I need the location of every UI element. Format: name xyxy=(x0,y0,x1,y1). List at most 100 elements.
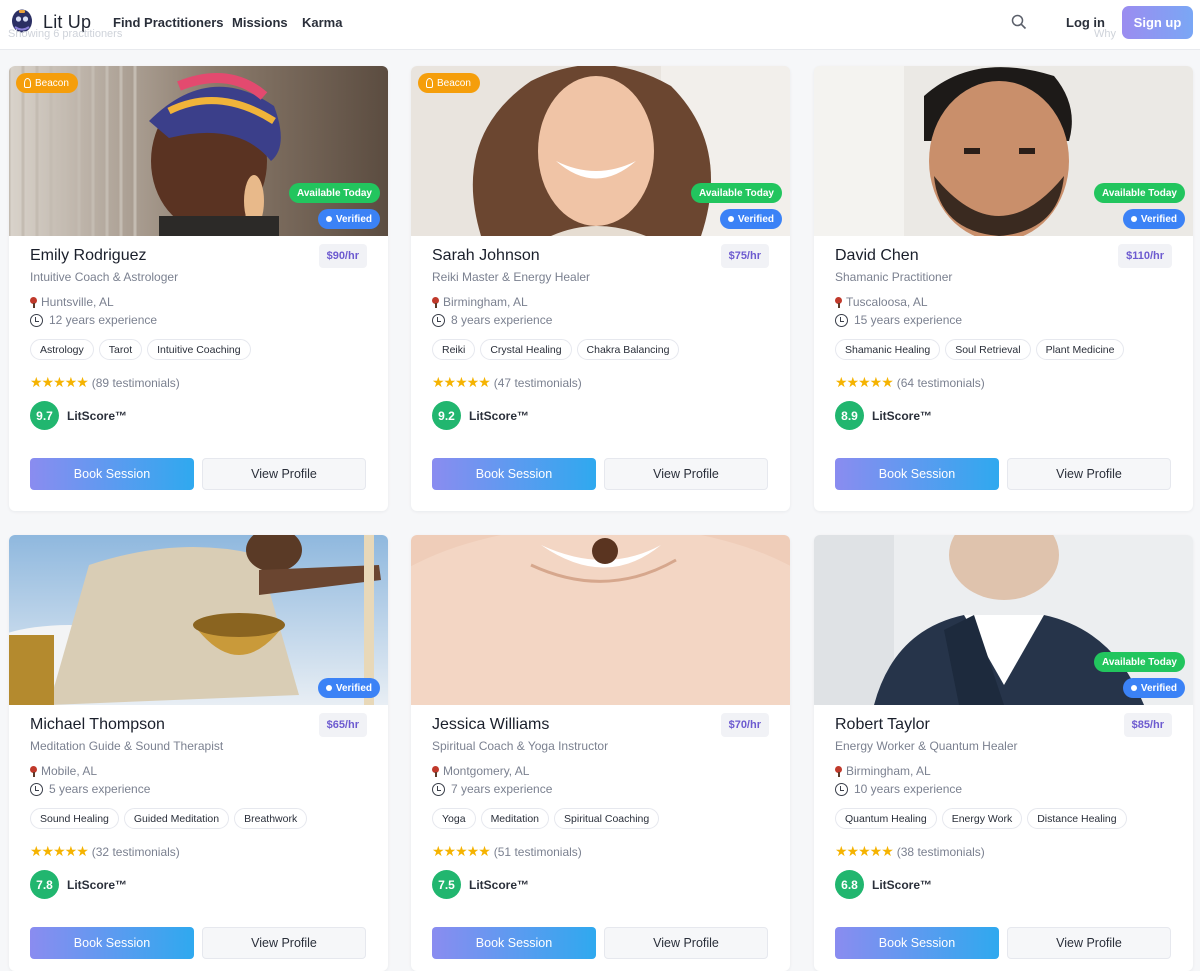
map-pin-icon xyxy=(432,296,439,308)
experience-text: 7 years experience xyxy=(451,782,553,796)
location: Mobile, AL xyxy=(30,764,97,778)
litscore-label: LitScore™ xyxy=(872,408,933,423)
experience: 12 years experience xyxy=(30,313,157,327)
hourly-price: $85/hr xyxy=(1123,713,1172,737)
litscore-value: 9.2 xyxy=(432,401,461,430)
signup-button[interactable]: Sign up xyxy=(1122,6,1193,39)
practitioner-name[interactable]: Jessica Williams xyxy=(432,716,549,734)
specialty-tag[interactable]: Quantum Healing xyxy=(835,808,937,829)
location: Huntsville, AL xyxy=(30,295,114,309)
specialty-tag[interactable]: Breathwork xyxy=(234,808,308,829)
practitioner-name[interactable]: David Chen xyxy=(835,247,919,265)
nav-missions[interactable]: Missions xyxy=(232,15,288,30)
practitioner-name[interactable]: Sarah Johnson xyxy=(432,247,540,265)
litscore-label: LitScore™ xyxy=(872,877,933,892)
book-session-button[interactable]: Book Session xyxy=(432,458,596,490)
clock-icon xyxy=(835,782,848,796)
location-text: Mobile, AL xyxy=(41,764,98,778)
specialty-tags: Sound Healing Guided Meditation Breathwork xyxy=(30,808,308,829)
clock-icon xyxy=(30,313,43,327)
rating: ★★★★★ (47 testimonials) xyxy=(432,374,582,391)
specialty-tag[interactable]: Plant Medicine xyxy=(1035,339,1125,360)
nav-find-practitioners[interactable]: Find Practitioners xyxy=(113,15,224,30)
verified-label: Verified xyxy=(737,213,774,225)
specialty-tag[interactable]: Astrology xyxy=(30,339,94,360)
rating: ★★★★★ (32 testimonials) xyxy=(30,843,180,860)
practitioner-name[interactable]: Emily Rodriguez xyxy=(30,247,146,265)
specialty-tag[interactable]: Crystal Healing xyxy=(480,339,572,360)
rating: ★★★★★ (51 testimonials) xyxy=(432,843,582,860)
location-text: Birmingham, AL xyxy=(443,295,528,309)
ribbon-icon xyxy=(426,78,433,88)
beacon-badge: Beacon xyxy=(16,73,78,93)
verified-dot-icon xyxy=(325,685,332,691)
specialty-tag[interactable]: Sound Healing xyxy=(30,808,119,829)
practitioner-name[interactable]: Robert Taylor xyxy=(835,716,930,734)
specialty-tags: Quantum Healing Energy Work Distance Heali… xyxy=(835,808,1127,829)
testimonials-count[interactable]: (38 testimonials) xyxy=(897,845,985,859)
book-session-button[interactable]: Book Session xyxy=(835,927,999,959)
specialty-tag[interactable]: Soul Retrieval xyxy=(945,339,1031,360)
book-session-button[interactable]: Book Session xyxy=(835,458,999,490)
testimonials-count[interactable]: (32 testimonials) xyxy=(92,845,180,859)
view-profile-button[interactable]: View Profile xyxy=(604,458,768,490)
view-profile-button[interactable]: View Profile xyxy=(1007,927,1171,959)
specialty-tag[interactable]: Spiritual Coaching xyxy=(554,808,660,829)
practitioner-card-3: Available Today Verified David Chen $110… xyxy=(814,66,1193,511)
location-text: Tuscaloosa, AL xyxy=(846,295,928,309)
specialty-tag[interactable]: Yoga xyxy=(432,808,476,829)
specialty-tag[interactable]: Distance Healing xyxy=(1027,808,1127,829)
star-rating-icon: ★★★★★ xyxy=(432,843,491,859)
verified-badge: Verified xyxy=(317,678,380,698)
available-today-badge: Available Today xyxy=(1093,183,1185,203)
specialty-tag[interactable]: Intuitive Coaching xyxy=(147,339,251,360)
practitioner-card-1: Beacon Available Today Verified Emily Ro… xyxy=(9,66,388,511)
hourly-price: $110/hr xyxy=(1118,244,1172,268)
book-session-button[interactable]: Book Session xyxy=(432,927,596,959)
book-session-button[interactable]: Book Session xyxy=(30,458,194,490)
litscore: 7.5 LitScore™ xyxy=(432,870,529,899)
view-profile-button[interactable]: View Profile xyxy=(604,927,768,959)
view-profile-button[interactable]: View Profile xyxy=(202,458,366,490)
search-icon[interactable] xyxy=(1011,14,1027,30)
testimonials-count[interactable]: (51 testimonials) xyxy=(494,845,582,859)
experience-text: 8 years experience xyxy=(451,313,553,327)
specialty-tag[interactable]: Shamanic Healing xyxy=(835,339,941,360)
specialty-tag[interactable]: Chakra Balancing xyxy=(576,339,680,360)
specialty-tag[interactable]: Guided Meditation xyxy=(123,808,230,829)
star-rating-icon: ★★★★★ xyxy=(432,374,491,390)
verified-badge: Verified xyxy=(317,209,380,229)
map-pin-icon xyxy=(835,296,842,308)
nav-karma[interactable]: Karma xyxy=(302,15,342,30)
litscore-value: 6.8 xyxy=(835,870,864,899)
practitioner-title: Intuitive Coach & Astrologer xyxy=(30,270,179,284)
top-navigation-bar: Lit Up Find Practitioners Missions Karma… xyxy=(0,0,1200,50)
experience: 8 years experience xyxy=(432,313,552,327)
specialty-tag[interactable]: Energy Work xyxy=(941,808,1023,829)
available-today-badge: Available Today xyxy=(288,183,380,203)
view-profile-button[interactable]: View Profile xyxy=(202,927,366,959)
specialty-tag[interactable]: Tarot xyxy=(98,339,143,360)
verified-badge: Verified xyxy=(1122,678,1185,698)
specialty-tag[interactable]: Reiki xyxy=(432,339,476,360)
beacon-label: Beacon xyxy=(35,77,69,89)
practitioner-photo[interactable] xyxy=(411,535,790,705)
experience: 7 years experience xyxy=(432,782,552,796)
book-session-button[interactable]: Book Session xyxy=(30,927,194,959)
testimonials-count[interactable]: (47 testimonials) xyxy=(494,376,582,390)
litscore: 7.8 LitScore™ xyxy=(30,870,127,899)
verified-dot-icon xyxy=(1130,216,1137,222)
specialty-tag[interactable]: Meditation xyxy=(480,808,550,829)
litscore: 6.8 LitScore™ xyxy=(835,870,932,899)
clock-icon xyxy=(30,782,43,796)
hourly-price: $65/hr xyxy=(318,713,367,737)
testimonials-count[interactable]: (64 testimonials) xyxy=(897,376,985,390)
litscore-label: LitScore™ xyxy=(67,408,128,423)
view-profile-button[interactable]: View Profile xyxy=(1007,458,1171,490)
practitioner-name[interactable]: Michael Thompson xyxy=(30,716,165,734)
why-text: Why xyxy=(1094,28,1116,40)
verified-badge: Verified xyxy=(1122,209,1185,229)
testimonials-count[interactable]: (89 testimonials) xyxy=(92,376,180,390)
litscore: 8.9 LitScore™ xyxy=(835,401,932,430)
litscore: 9.2 LitScore™ xyxy=(432,401,529,430)
